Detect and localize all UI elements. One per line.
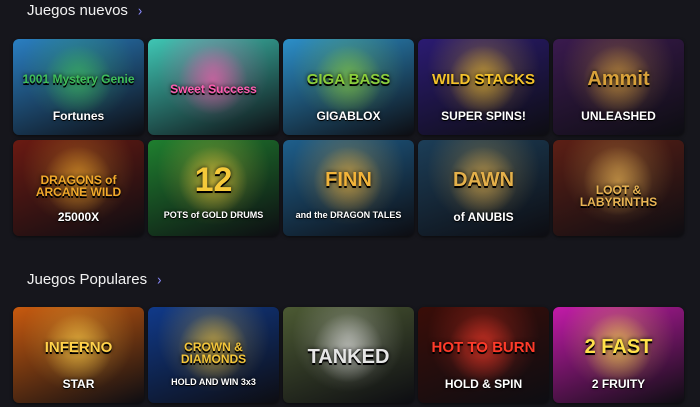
game-subtitle: GIGABLOX [316, 109, 381, 123]
game-subtitle: 2 FRUITY [591, 377, 646, 391]
game-title: Sweet Success [170, 82, 257, 96]
game-tile[interactable]: TANKED [283, 307, 414, 403]
game-title: FINN [325, 169, 372, 191]
game-tile[interactable]: CROWN & DIAMONDS HOLD AND WIN 3x3 [148, 307, 279, 403]
game-tile[interactable]: DRAGONS of ARCANE WILD 25000X [13, 140, 144, 236]
game-subtitle: UNLEASHED [581, 109, 656, 123]
game-subtitle: POTS of GOLD DRUMS [163, 210, 264, 220]
game-subtitle: HOLD AND WIN 3x3 [171, 377, 256, 387]
chevron-right-icon[interactable]: › [138, 2, 142, 19]
game-tile[interactable]: LOOT & LABYRINTHS [553, 140, 684, 236]
game-title: Ammit [587, 68, 650, 90]
popular-games-grid: INFERNO STAR CROWN & DIAMONDS HOLD AND WIN … [13, 307, 684, 403]
game-tile[interactable]: 2 FAST 2 FRUITY [553, 307, 684, 403]
game-tile[interactable]: FINN and the DRAGON TALES [283, 140, 414, 236]
game-tile[interactable]: WILD STACKS SUPER SPINS! [418, 39, 549, 135]
game-tile[interactable]: 1001 Mystery Genie Fortunes [13, 39, 144, 135]
game-tile[interactable]: GIGA BASS GIGABLOX [283, 39, 414, 135]
game-title: DAWN [452, 169, 515, 191]
chevron-right-icon[interactable]: › [157, 271, 161, 288]
game-title: WILD STACKS [431, 70, 536, 88]
game-title: 12 [194, 161, 233, 199]
game-subtitle: 25000X [57, 210, 100, 224]
game-title: HOT TO BURN [431, 338, 536, 356]
game-title: LOOT & LABYRINTHS [579, 183, 658, 209]
game-title: GIGA BASS [306, 70, 391, 88]
new-games-grid: 1001 Mystery Genie Fortunes Sweet Success G… [13, 39, 684, 236]
section-title-popular-games: Juegos Populares [27, 271, 148, 288]
game-title: 2 FAST [584, 336, 653, 358]
game-artwork [178, 45, 248, 115]
section-header-popular-games[interactable]: Juegos Populares › [27, 271, 161, 288]
game-tile[interactable]: Ammit UNLEASHED [553, 39, 684, 135]
game-subtitle: STAR [62, 377, 95, 391]
game-subtitle: HOLD & SPIN [444, 377, 523, 391]
game-title: 1001 Mystery Genie [22, 72, 135, 86]
game-subtitle: Fortunes [52, 109, 105, 123]
game-tile[interactable]: HOT TO BURN HOLD & SPIN [418, 307, 549, 403]
game-tile[interactable]: Sweet Success [148, 39, 279, 135]
game-title: INFERNO [44, 338, 113, 356]
section-title-new-games: Juegos nuevos [27, 2, 128, 19]
game-tile[interactable]: INFERNO STAR [13, 307, 144, 403]
game-subtitle: SUPER SPINS! [441, 109, 526, 123]
section-header-new-games[interactable]: Juegos nuevos › [27, 2, 142, 19]
game-title: TANKED [307, 346, 390, 368]
game-tile[interactable]: DAWN of ANUBIS [418, 140, 549, 236]
game-subtitle: and the DRAGON TALES [295, 210, 402, 220]
game-subtitle: of ANUBIS [453, 210, 514, 224]
game-tile[interactable]: 12 POTS of GOLD DRUMS [148, 140, 279, 236]
game-title: CROWN & DIAMONDS [180, 340, 247, 366]
game-title: DRAGONS of ARCANE WILD [35, 173, 122, 199]
